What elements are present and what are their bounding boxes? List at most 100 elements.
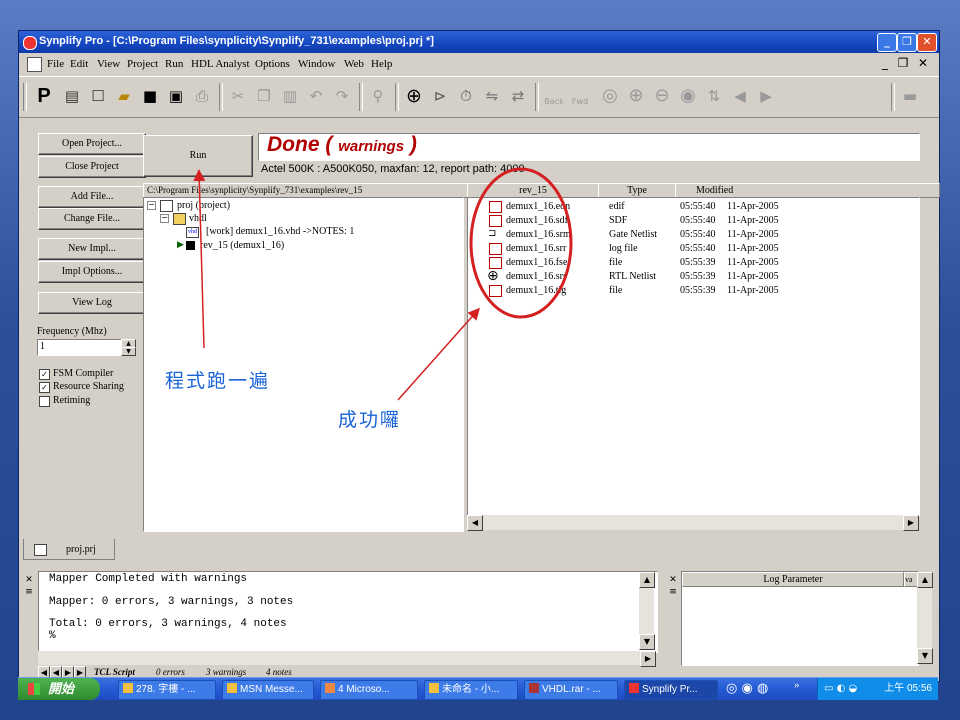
- run-button[interactable]: Run: [143, 135, 253, 177]
- quicklaunch-overflow[interactable]: »: [794, 679, 800, 691]
- resource-sharing-checkbox[interactable]: ✓: [39, 382, 50, 393]
- param-vscrollbar[interactable]: ▲ ▼: [917, 572, 933, 664]
- constraint-editor-icon[interactable]: ⇄: [507, 85, 529, 107]
- change-file-button[interactable]: Change File...: [38, 208, 146, 230]
- scroll-down-icon[interactable]: ▼: [917, 648, 933, 664]
- menu-hdl-analyst[interactable]: HDL Analyst: [191, 58, 250, 70]
- copy-icon[interactable]: ❐: [253, 85, 275, 107]
- scroll-left-icon[interactable]: ◀: [467, 515, 483, 531]
- print-icon[interactable]: ⎙: [191, 85, 213, 107]
- menu-run[interactable]: Run: [165, 58, 183, 70]
- previous-sheet-icon[interactable]: ◀: [729, 85, 751, 107]
- param-dock-controls[interactable]: ✕ ≡: [667, 574, 679, 664]
- find-icon[interactable]: ⚲: [367, 85, 389, 107]
- tree-node-vhdl[interactable]: vhdl: [189, 213, 207, 224]
- menu-help[interactable]: Help: [371, 58, 392, 70]
- taskbar-item[interactable]: MSN Messe...: [222, 680, 314, 700]
- save-icon[interactable]: ■: [139, 85, 161, 107]
- back-button[interactable]: Back: [543, 85, 565, 107]
- quicklaunch-icons[interactable]: ◎ ◉ ◍: [726, 681, 768, 696]
- mdi-restore-button[interactable]: ❐: [895, 56, 911, 70]
- tree-node-vhd-file[interactable]: [work] demux1_16.vhd ->NOTES: 1: [206, 226, 354, 237]
- zoom-in-icon[interactable]: ⊕: [625, 85, 647, 107]
- log-hscrollbar[interactable]: ▶: [38, 651, 656, 667]
- rtl-view-icon[interactable]: ⊕: [403, 85, 425, 107]
- zoom-full-icon[interactable]: ◉: [677, 85, 699, 107]
- log-parameter-header-value[interactable]: va: [904, 572, 918, 587]
- maximize-button[interactable]: ❐: [897, 33, 917, 52]
- taskbar-item[interactable]: 未命名 - 小...: [424, 680, 518, 700]
- minimize-button[interactable]: _: [877, 33, 897, 52]
- tab-notes[interactable]: 4 notes: [266, 667, 292, 677]
- new-file-icon[interactable]: ☐: [87, 85, 109, 107]
- project-p-icon[interactable]: P: [33, 85, 55, 107]
- tree-node-impl[interactable]: rev_15 (demux1_16): [200, 240, 284, 251]
- log-dock-controls[interactable]: ✕ ≡: [23, 574, 35, 664]
- add-file-button[interactable]: Add File...: [38, 186, 146, 208]
- timer-icon[interactable]: ⏱: [455, 85, 477, 107]
- log-vscrollbar[interactable]: ▲ ▼: [639, 572, 655, 650]
- collapse-icon[interactable]: −: [160, 214, 169, 223]
- scroll-right-icon[interactable]: ▶: [903, 515, 919, 531]
- taskbar-item[interactable]: VHDL.rar - ...: [524, 680, 618, 700]
- menu-project[interactable]: Project: [127, 58, 158, 70]
- menu-view[interactable]: View: [97, 58, 120, 70]
- scroll-down-icon[interactable]: ▼: [639, 634, 655, 650]
- technology-view-icon[interactable]: ⊳: [429, 85, 451, 107]
- new-impl-button[interactable]: New Impl...: [38, 238, 146, 260]
- tcl-log-pane[interactable]: Mapper Completed with warnings Mapper: 0…: [38, 571, 658, 653]
- zoom-out-icon[interactable]: ⊖: [651, 85, 673, 107]
- start-button[interactable]: 開始: [18, 678, 100, 700]
- spin-down-icon[interactable]: ▼: [121, 347, 136, 356]
- view-log-button[interactable]: View Log: [38, 292, 146, 314]
- taskbar-item-label: 4 Microso...: [338, 684, 390, 695]
- paste-icon[interactable]: ▥: [279, 85, 301, 107]
- redo-icon[interactable]: ↷: [331, 85, 353, 107]
- close-project-button[interactable]: Close Project: [38, 156, 146, 178]
- tab-proj-prj[interactable]: proj.prj: [23, 539, 115, 560]
- column-header-type[interactable]: Type: [598, 183, 676, 198]
- retiming-checkbox[interactable]: [39, 396, 50, 407]
- menu-web[interactable]: Web: [344, 58, 364, 70]
- mdi-minimize-button[interactable]: _: [877, 56, 893, 70]
- forward-button[interactable]: Fwd: [569, 85, 591, 107]
- file-time: 05:55:39: [680, 271, 716, 282]
- new-hdl-file-icon[interactable]: ▤: [61, 85, 83, 107]
- tab-tcl-script[interactable]: TCL Script: [94, 667, 135, 677]
- scroll-right-icon[interactable]: ▶: [640, 651, 656, 667]
- next-sheet-icon[interactable]: ▶: [755, 85, 777, 107]
- title-bar[interactable]: Synplify Pro - [C:\Program Files\synplic…: [19, 31, 939, 53]
- log-parameter-header[interactable]: Log Parameter: [682, 572, 904, 587]
- tree-node-project[interactable]: proj (project): [177, 200, 230, 211]
- zoom-fit-icon[interactable]: ◎: [599, 85, 621, 107]
- tab-errors[interactable]: 0 errors: [156, 667, 185, 677]
- mdi-close-button[interactable]: ✕: [915, 56, 931, 70]
- document-icon[interactable]: [27, 57, 42, 72]
- menu-window[interactable]: Window: [298, 58, 335, 70]
- taskbar-item-active[interactable]: Synplify Pr...: [624, 680, 718, 700]
- taskbar-item[interactable]: 278. 字樓 - ...: [118, 680, 216, 700]
- fsm-viewer-icon[interactable]: ⇋: [481, 85, 503, 107]
- file-list-hscrollbar[interactable]: ◀ ▶: [467, 515, 919, 531]
- open-project-button[interactable]: Open Project...: [38, 133, 146, 155]
- push-pop-icon[interactable]: ⇅: [703, 85, 725, 107]
- undo-icon[interactable]: ↶: [305, 85, 327, 107]
- menu-options[interactable]: Options: [255, 58, 290, 70]
- menu-file[interactable]: File: [47, 58, 64, 70]
- column-header-name[interactable]: rev_15: [467, 183, 599, 198]
- scroll-up-icon[interactable]: ▲: [917, 572, 933, 588]
- impl-options-button[interactable]: Impl Options...: [38, 261, 146, 283]
- column-header-modified[interactable]: Modified: [675, 183, 940, 198]
- cut-icon[interactable]: ✂: [227, 85, 249, 107]
- menu-edit[interactable]: Edit: [70, 58, 88, 70]
- tray-icons[interactable]: ▭ ◐ ◒: [824, 678, 857, 700]
- save-all-icon[interactable]: ▣: [165, 85, 187, 107]
- close-button[interactable]: ✕: [917, 33, 937, 52]
- open-folder-icon[interactable]: ▰: [113, 85, 135, 107]
- scroll-up-icon[interactable]: ▲: [639, 572, 655, 588]
- panel-toggle-icon[interactable]: ▬: [899, 85, 921, 107]
- taskbar-item[interactable]: 4 Microso...: [320, 680, 418, 700]
- fsm-compiler-checkbox[interactable]: ✓: [39, 369, 50, 380]
- collapse-icon[interactable]: −: [147, 201, 156, 210]
- tab-warnings[interactable]: 3 warnings: [206, 667, 246, 677]
